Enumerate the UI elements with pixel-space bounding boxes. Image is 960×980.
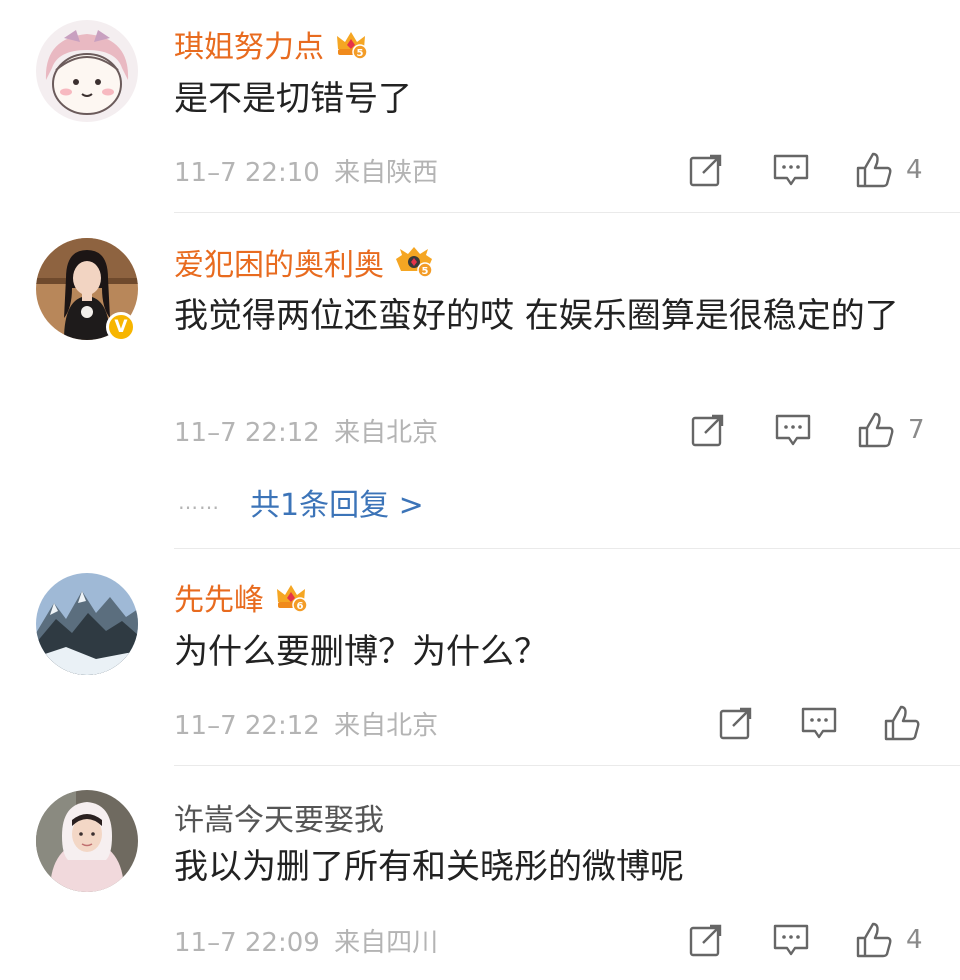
like-count: 4 bbox=[906, 925, 923, 955]
share-icon[interactable] bbox=[688, 152, 724, 188]
divider bbox=[174, 212, 960, 213]
username[interactable]: 琪姐努力点 5 bbox=[174, 22, 368, 66]
comment-text: 我觉得两位还蛮好的哎 在娱乐圈算是很稳定的了 bbox=[174, 296, 899, 336]
crown-badge-icon: 5 bbox=[337, 32, 368, 60]
avatar[interactable] bbox=[36, 790, 138, 892]
comment-time: 11–7 22:12 bbox=[174, 418, 320, 448]
svg-text:5: 5 bbox=[422, 266, 429, 277]
comment-meta: 11–7 22:12 来自北京 bbox=[174, 412, 438, 449]
divider bbox=[174, 548, 960, 549]
comment-time: 11–7 22:12 bbox=[174, 711, 320, 741]
verified-badge-icon: V bbox=[106, 312, 136, 342]
like-icon[interactable] bbox=[882, 703, 922, 743]
like-icon[interactable] bbox=[856, 410, 896, 450]
username[interactable]: 许嵩今天要娶我 bbox=[174, 795, 384, 839]
crown-badge-icon: 5 bbox=[396, 247, 433, 278]
comment-location: 来自陕西 bbox=[334, 158, 439, 188]
reply-dots: …… bbox=[178, 490, 220, 514]
view-replies-link[interactable]: …… 共1条回复 > bbox=[178, 480, 424, 524]
comment-meta: 11–7 22:09 来自四川 bbox=[174, 922, 438, 959]
like-icon[interactable] bbox=[854, 150, 894, 190]
avatar[interactable] bbox=[36, 20, 138, 122]
comment-icon[interactable] bbox=[774, 412, 812, 448]
comment-icon[interactable] bbox=[772, 152, 810, 188]
share-icon[interactable] bbox=[688, 922, 724, 958]
comment-meta: 11–7 22:12 来自北京 bbox=[174, 705, 438, 742]
svg-text:5: 5 bbox=[357, 48, 364, 59]
comment-location: 来自四川 bbox=[334, 928, 439, 958]
comment-location: 来自北京 bbox=[334, 418, 439, 448]
divider bbox=[174, 765, 960, 766]
comment-time: 11–7 22:10 bbox=[174, 158, 320, 188]
comment-location: 来自北京 bbox=[334, 711, 439, 741]
share-icon[interactable] bbox=[718, 705, 754, 741]
comment-text: 我以为删了所有和关晓彤的微博呢 bbox=[174, 847, 684, 887]
share-icon[interactable] bbox=[690, 412, 726, 448]
reply-count-label: 共1条回复 > bbox=[250, 488, 424, 523]
avatar[interactable] bbox=[36, 573, 138, 675]
username[interactable]: 爱犯困的奥利奥 5 bbox=[174, 240, 434, 284]
like-icon[interactable] bbox=[854, 920, 894, 960]
comment-icon[interactable] bbox=[772, 922, 810, 958]
crown-badge-icon: 6 bbox=[277, 585, 308, 613]
svg-text:6: 6 bbox=[297, 601, 304, 612]
comment-icon[interactable] bbox=[800, 705, 838, 741]
comment-text: 是不是切错号了 bbox=[174, 79, 412, 119]
comment-time: 11–7 22:09 bbox=[174, 928, 320, 958]
like-count: 4 bbox=[906, 155, 923, 185]
like-count: 7 bbox=[908, 415, 925, 445]
username[interactable]: 先先峰 6 bbox=[174, 575, 308, 619]
comment-text: 为什么要删博？为什么？ bbox=[174, 632, 548, 672]
comment-meta: 11–7 22:10 来自陕西 bbox=[174, 152, 438, 189]
